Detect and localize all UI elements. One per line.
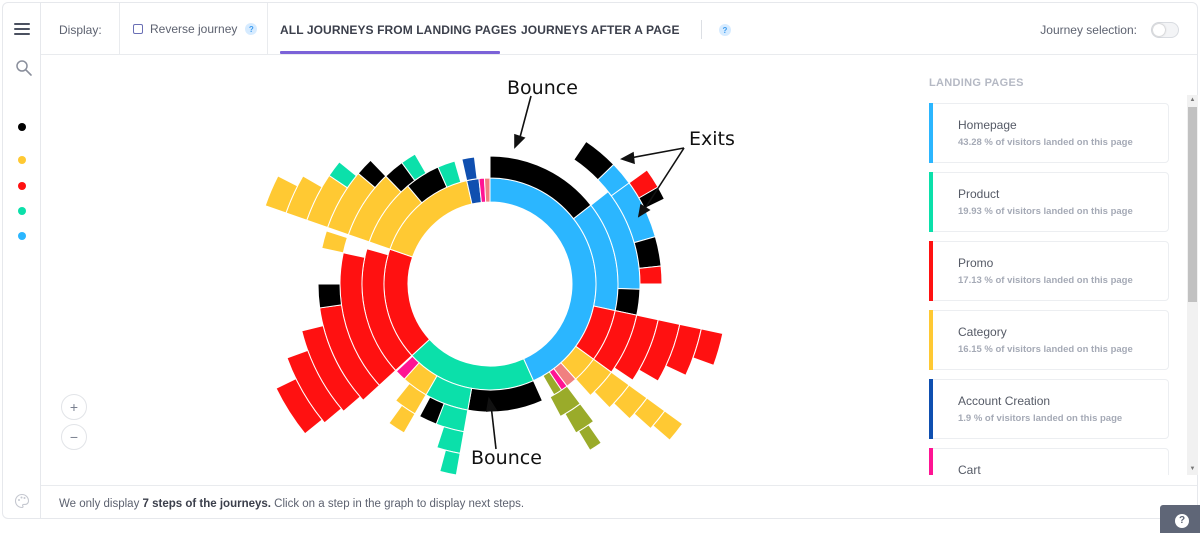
sunburst-segment-account-creation[interactable] [461, 156, 478, 182]
toolbar: Display: Reverse journey ? ALL JOURNEYS … [41, 3, 1197, 55]
help-icon[interactable]: ? [245, 23, 258, 35]
divider [267, 3, 268, 55]
landing-page-card[interactable]: Cart [929, 448, 1169, 475]
landing-page-name: Promo [958, 256, 994, 270]
landing-page-card[interactable]: Category 16.15 % of visitors landed on th… [929, 310, 1169, 370]
color-bar [929, 448, 933, 475]
bounce-top-arrow [518, 95, 532, 142]
annotation-bounce-bottom: Bounce [471, 447, 542, 469]
landing-page-share: 19.93 % of visitors landed on this page [958, 206, 1133, 217]
landing-page-card[interactable]: Account Creation 1.9 % of visitors landed… [929, 379, 1169, 439]
sunburst-segment-product[interactable] [439, 449, 461, 476]
reverse-journey-checkbox[interactable] [133, 24, 143, 34]
menu-icon[interactable] [14, 23, 30, 35]
panel-title: LANDING PAGES [929, 77, 1024, 89]
arrowhead [514, 133, 526, 149]
color-bar [929, 103, 933, 163]
legend-dot-product[interactable] [18, 207, 26, 215]
landing-pages-panel: LANDING PAGES Homepage 43.28 % of visitor… [921, 55, 1199, 485]
landing-page-card[interactable]: Homepage 43.28 % of visitors landed on th… [929, 103, 1169, 163]
sunburst-segment-category[interactable] [321, 230, 348, 254]
divider [119, 3, 120, 55]
chart-area: Bounce Bounce Exits + − [41, 55, 921, 485]
landing-page-name: Product [958, 187, 1000, 201]
sunburst-segment-exit[interactable] [633, 235, 662, 269]
landing-page-share: 16.15 % of visitors landed on this page [958, 344, 1133, 355]
search-icon[interactable] [15, 59, 33, 77]
tab-all-journeys-from-landing-pages[interactable]: ALL JOURNEYS FROM LANDING PAGES [280, 23, 517, 37]
toggle-knob [1153, 24, 1165, 36]
color-bar [929, 310, 933, 370]
landing-page-name: Category [958, 325, 1007, 339]
arrowhead [620, 151, 635, 165]
legend-dot-homepage[interactable] [18, 232, 26, 240]
landing-page-share: 43.28 % of visitors landed on this page [958, 137, 1133, 148]
landing-page-name: Account Creation [958, 394, 1051, 408]
color-bar [929, 172, 933, 232]
left-sidebar [3, 3, 41, 518]
scrollbar-thumb[interactable] [1188, 107, 1197, 302]
sunburst-segment-exit[interactable] [317, 283, 343, 309]
sunburst-segment-promo[interactable] [638, 265, 663, 285]
scroll-up-icon[interactable]: ▲ [1187, 95, 1198, 106]
footer-text-end: Click on a step in the graph to display … [270, 498, 525, 510]
help-widget[interactable]: ? [1160, 505, 1200, 533]
tab-journeys-after-a-page[interactable]: JOURNEYS AFTER A PAGE [521, 23, 680, 37]
reverse-journey-option[interactable]: Reverse journey ? [133, 22, 258, 36]
landing-page-share: 17.13 % of visitors landed on this page [958, 275, 1133, 286]
color-bar [929, 379, 933, 439]
sunburst-chart [264, 95, 724, 476]
legend-dot-promo[interactable] [18, 182, 26, 190]
sunburst-segment-other[interactable] [483, 177, 491, 203]
exits-arrow-1 [629, 147, 685, 159]
landing-page-share: 1.9 % of visitors landed on this page [958, 413, 1123, 424]
landing-page-card[interactable]: Product 19.93 % of visitors landed on thi… [929, 172, 1169, 232]
active-tab-indicator [280, 51, 500, 54]
color-bar [929, 241, 933, 301]
landing-page-list: Homepage 43.28 % of visitors landed on th… [929, 103, 1169, 475]
zoom-out-button[interactable]: − [61, 424, 87, 450]
annotation-bounce-top: Bounce [507, 77, 578, 99]
journey-selection-label: Journey selection: [1040, 23, 1137, 37]
landing-page-name: Homepage [958, 118, 1017, 132]
footer-note: We only display 7 steps of the journeys.… [59, 498, 524, 510]
legend-dot-category[interactable] [18, 156, 26, 164]
footer-text-bold: 7 steps of the journeys. [142, 498, 271, 510]
landing-page-name: Cart [958, 463, 981, 475]
palette-icon[interactable] [14, 493, 30, 509]
footer-text-start: We only display [59, 498, 143, 510]
help-icon[interactable]: ? [719, 24, 731, 36]
journey-selection-toggle[interactable] [1151, 22, 1179, 38]
sunburst-segment-product[interactable] [436, 426, 465, 454]
display-label: Display: [59, 23, 102, 37]
annotation-exits: Exits [689, 128, 735, 150]
footer: We only display 7 steps of the journeys.… [41, 485, 1197, 520]
reverse-journey-label: Reverse journey [150, 22, 238, 36]
zoom-in-button[interactable]: + [61, 394, 87, 420]
scrollbar[interactable]: ▲ ▼ [1187, 95, 1198, 475]
legend-dot-exit[interactable] [18, 123, 26, 131]
divider [701, 20, 702, 39]
help-icon: ? [1175, 514, 1189, 528]
app-window: Display: Reverse journey ? ALL JOURNEYS … [2, 2, 1198, 519]
landing-page-card[interactable]: Promo 17.13 % of visitors landed on this … [929, 241, 1169, 301]
scroll-down-icon[interactable]: ▼ [1187, 464, 1198, 475]
